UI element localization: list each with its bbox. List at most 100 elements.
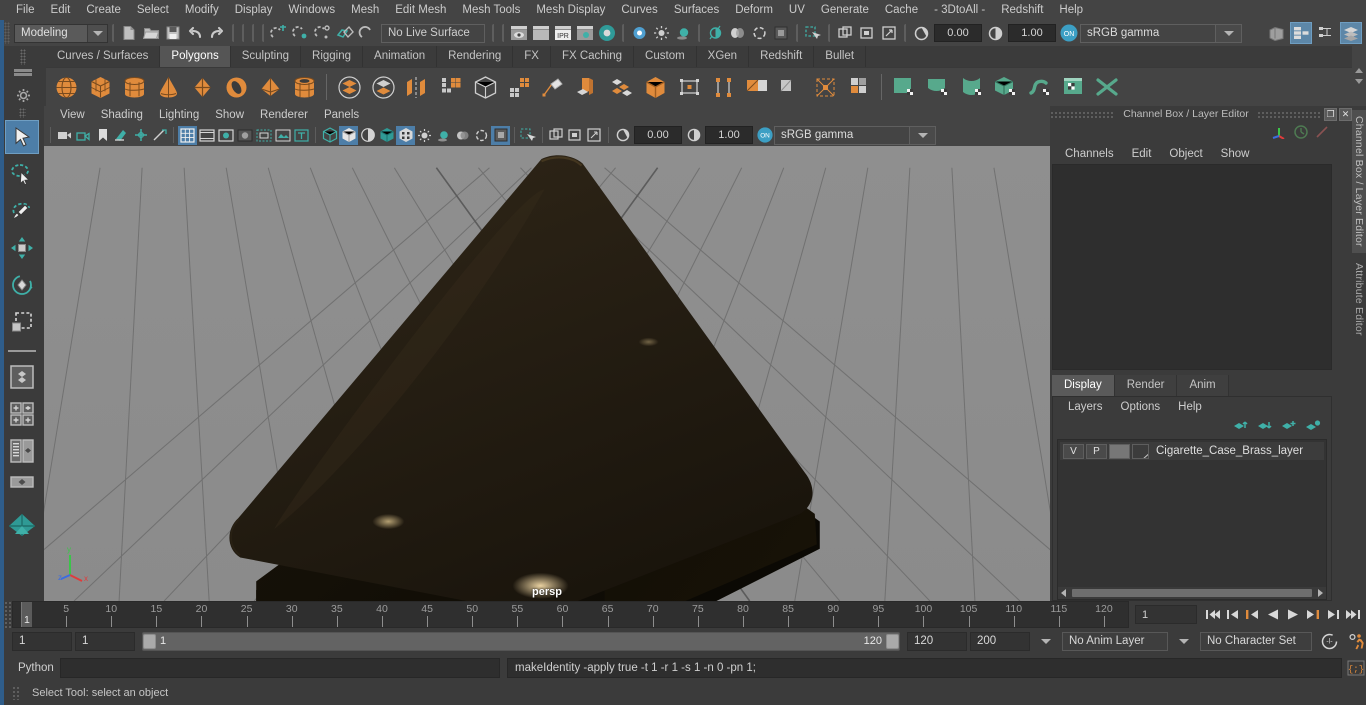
auto-keyframe-icon[interactable]: -l-	[1319, 631, 1339, 651]
gamma-field[interactable]: 1.00	[1008, 24, 1056, 42]
uv-checker-icon[interactable]	[843, 71, 875, 103]
film-gate-icon[interactable]	[197, 126, 216, 145]
channelbox-menu-show[interactable]: Show	[1212, 148, 1259, 160]
render-view-icon[interactable]	[508, 22, 530, 44]
viewport-gamma-field[interactable]: 1.00	[705, 126, 753, 144]
move-layer-up-icon[interactable]	[1233, 419, 1249, 435]
snap-to-plane-icon[interactable]	[334, 22, 356, 44]
hscroll-thumb[interactable]	[1072, 589, 1312, 597]
status-line-grip[interactable]	[4, 22, 10, 44]
list-item[interactable]: V P Cigarette_Case_Brass_layer	[1060, 442, 1324, 460]
step-back-frame-button[interactable]	[1243, 604, 1262, 626]
menu-uv[interactable]: UV	[781, 0, 813, 20]
menu-modify[interactable]: Modify	[177, 0, 227, 20]
render-settings-icon[interactable]	[574, 22, 596, 44]
anim-layer-field[interactable]: No Anim Layer	[1062, 631, 1168, 651]
viewport-menu-view[interactable]: View	[52, 106, 93, 124]
exposure-viewport-icon[interactable]	[613, 126, 632, 145]
menu-file[interactable]: File	[8, 0, 43, 20]
shelf-tab-rendering[interactable]: Rendering	[437, 46, 514, 67]
layer-shading-toggle[interactable]	[1109, 443, 1130, 459]
undo-icon[interactable]	[184, 22, 206, 44]
safe-action-icon[interactable]	[273, 126, 292, 145]
viewport-color-space-arrow[interactable]	[910, 125, 936, 145]
color-management-viewport-icon[interactable]: ON	[755, 126, 774, 145]
poly-torus-icon[interactable]	[220, 71, 252, 103]
poly-cone-icon[interactable]	[152, 71, 184, 103]
menu-mesh-tools[interactable]: Mesh Tools	[454, 0, 528, 20]
expression-slash-icon[interactable]	[1314, 124, 1330, 143]
shadow-maps-icon[interactable]	[453, 126, 472, 145]
xray-joints-icon[interactable]	[566, 126, 585, 145]
smooth-shade-icon[interactable]	[339, 125, 358, 145]
ambient-occlusion-icon[interactable]	[704, 22, 726, 44]
quad-draw-icon[interactable]	[673, 71, 705, 103]
select-by-hierarchy-icon[interactable]	[628, 22, 650, 44]
snap-to-curve-icon[interactable]	[290, 22, 312, 44]
channel-box-icon[interactable]	[1340, 22, 1362, 44]
poly-pyramid-icon[interactable]	[254, 71, 286, 103]
gamma-icon[interactable]	[984, 22, 1006, 44]
shelf-tab-fx-caching[interactable]: FX Caching	[550, 46, 635, 67]
two-sided-lighting-icon[interactable]	[434, 126, 453, 145]
layer-menu-layers[interactable]: Layers	[1059, 401, 1112, 413]
shelf-tab-bullet[interactable]: Bullet	[814, 46, 867, 67]
viewport-menu-shading[interactable]: Shading	[93, 106, 151, 124]
shelf-scroll-arrows[interactable]	[1352, 46, 1366, 106]
menu-deform[interactable]: Deform	[727, 0, 781, 20]
command-language-label[interactable]: Python	[12, 662, 60, 674]
poly-plane-icon[interactable]	[186, 71, 218, 103]
bookmark-icon[interactable]	[93, 126, 112, 145]
quick-layout-single-icon[interactable]	[5, 360, 39, 394]
depth-of-field-icon[interactable]	[770, 22, 792, 44]
quick-layout-outliner-icon[interactable]	[5, 434, 39, 468]
xray-active-icon[interactable]	[585, 126, 604, 145]
shelf-tab-curves-surfaces[interactable]: Curves / Surfaces	[46, 46, 161, 67]
shelf-tab-sculpting[interactable]: Sculpting	[230, 46, 302, 67]
shelf-menu-icon[interactable]	[14, 69, 32, 72]
menu-curves[interactable]: Curves	[613, 0, 665, 20]
step-back-key-button[interactable]	[1223, 604, 1242, 626]
viewport-color-space-field[interactable]: sRGB gamma	[774, 125, 910, 145]
play-forwards-button[interactable]	[1283, 604, 1302, 626]
current-time-indicator[interactable]: 1	[21, 602, 32, 627]
shadows-icon[interactable]	[415, 126, 434, 145]
uv-layout-icon[interactable]	[1058, 71, 1090, 103]
range-end-field[interactable]: 200	[970, 631, 1030, 651]
new-empty-layer-icon[interactable]	[1305, 419, 1321, 435]
restore-icon[interactable]: ❐	[1324, 107, 1337, 121]
xray-icon[interactable]	[547, 126, 566, 145]
crease-icon[interactable]	[775, 71, 807, 103]
new-scene-icon[interactable]	[118, 22, 140, 44]
booleans-icon[interactable]	[435, 71, 467, 103]
uv-unfold-icon[interactable]	[1024, 71, 1056, 103]
select-camera-icon[interactable]	[55, 126, 74, 145]
layer-tab-render[interactable]: Render	[1114, 375, 1178, 396]
viewport-menu-show[interactable]: Show	[207, 106, 252, 124]
ambient-occlusion-viewport-icon[interactable]	[472, 126, 491, 145]
tool-settings-icon[interactable]	[1315, 22, 1337, 44]
toolbox-grip[interactable]	[18, 108, 26, 118]
layer-list-hscrollbar[interactable]	[1058, 587, 1326, 599]
poly-pipe-icon[interactable]	[288, 71, 320, 103]
sidebar-toggle-icon[interactable]	[1265, 22, 1287, 44]
textured-icon[interactable]	[377, 126, 396, 145]
range-start-handle[interactable]	[143, 633, 156, 649]
shelf-tab-rigging[interactable]: Rigging	[301, 46, 364, 67]
viewport-menu-panels[interactable]: Panels	[316, 106, 367, 124]
layer-tab-anim[interactable]: Anim	[1177, 375, 1229, 396]
open-editor-icon-1[interactable]	[834, 22, 856, 44]
menu-cache[interactable]: Cache	[877, 0, 926, 20]
quick-layout-hypershade-icon[interactable]	[5, 471, 39, 505]
range-start-field[interactable]: 1	[12, 631, 72, 651]
grid-toggle-icon[interactable]	[178, 125, 197, 145]
help-line-grip[interactable]	[12, 686, 20, 700]
range-end-handle[interactable]	[886, 633, 899, 649]
target-weld-icon[interactable]	[639, 71, 671, 103]
snap-to-grid-icon[interactable]	[268, 22, 290, 44]
menu-create[interactable]: Create	[78, 0, 129, 20]
uv-transform-icon[interactable]	[809, 71, 841, 103]
uv-automatic-icon[interactable]	[990, 71, 1022, 103]
poly-cube-icon[interactable]	[84, 71, 116, 103]
2d-pan-zoom-icon[interactable]	[131, 126, 150, 145]
